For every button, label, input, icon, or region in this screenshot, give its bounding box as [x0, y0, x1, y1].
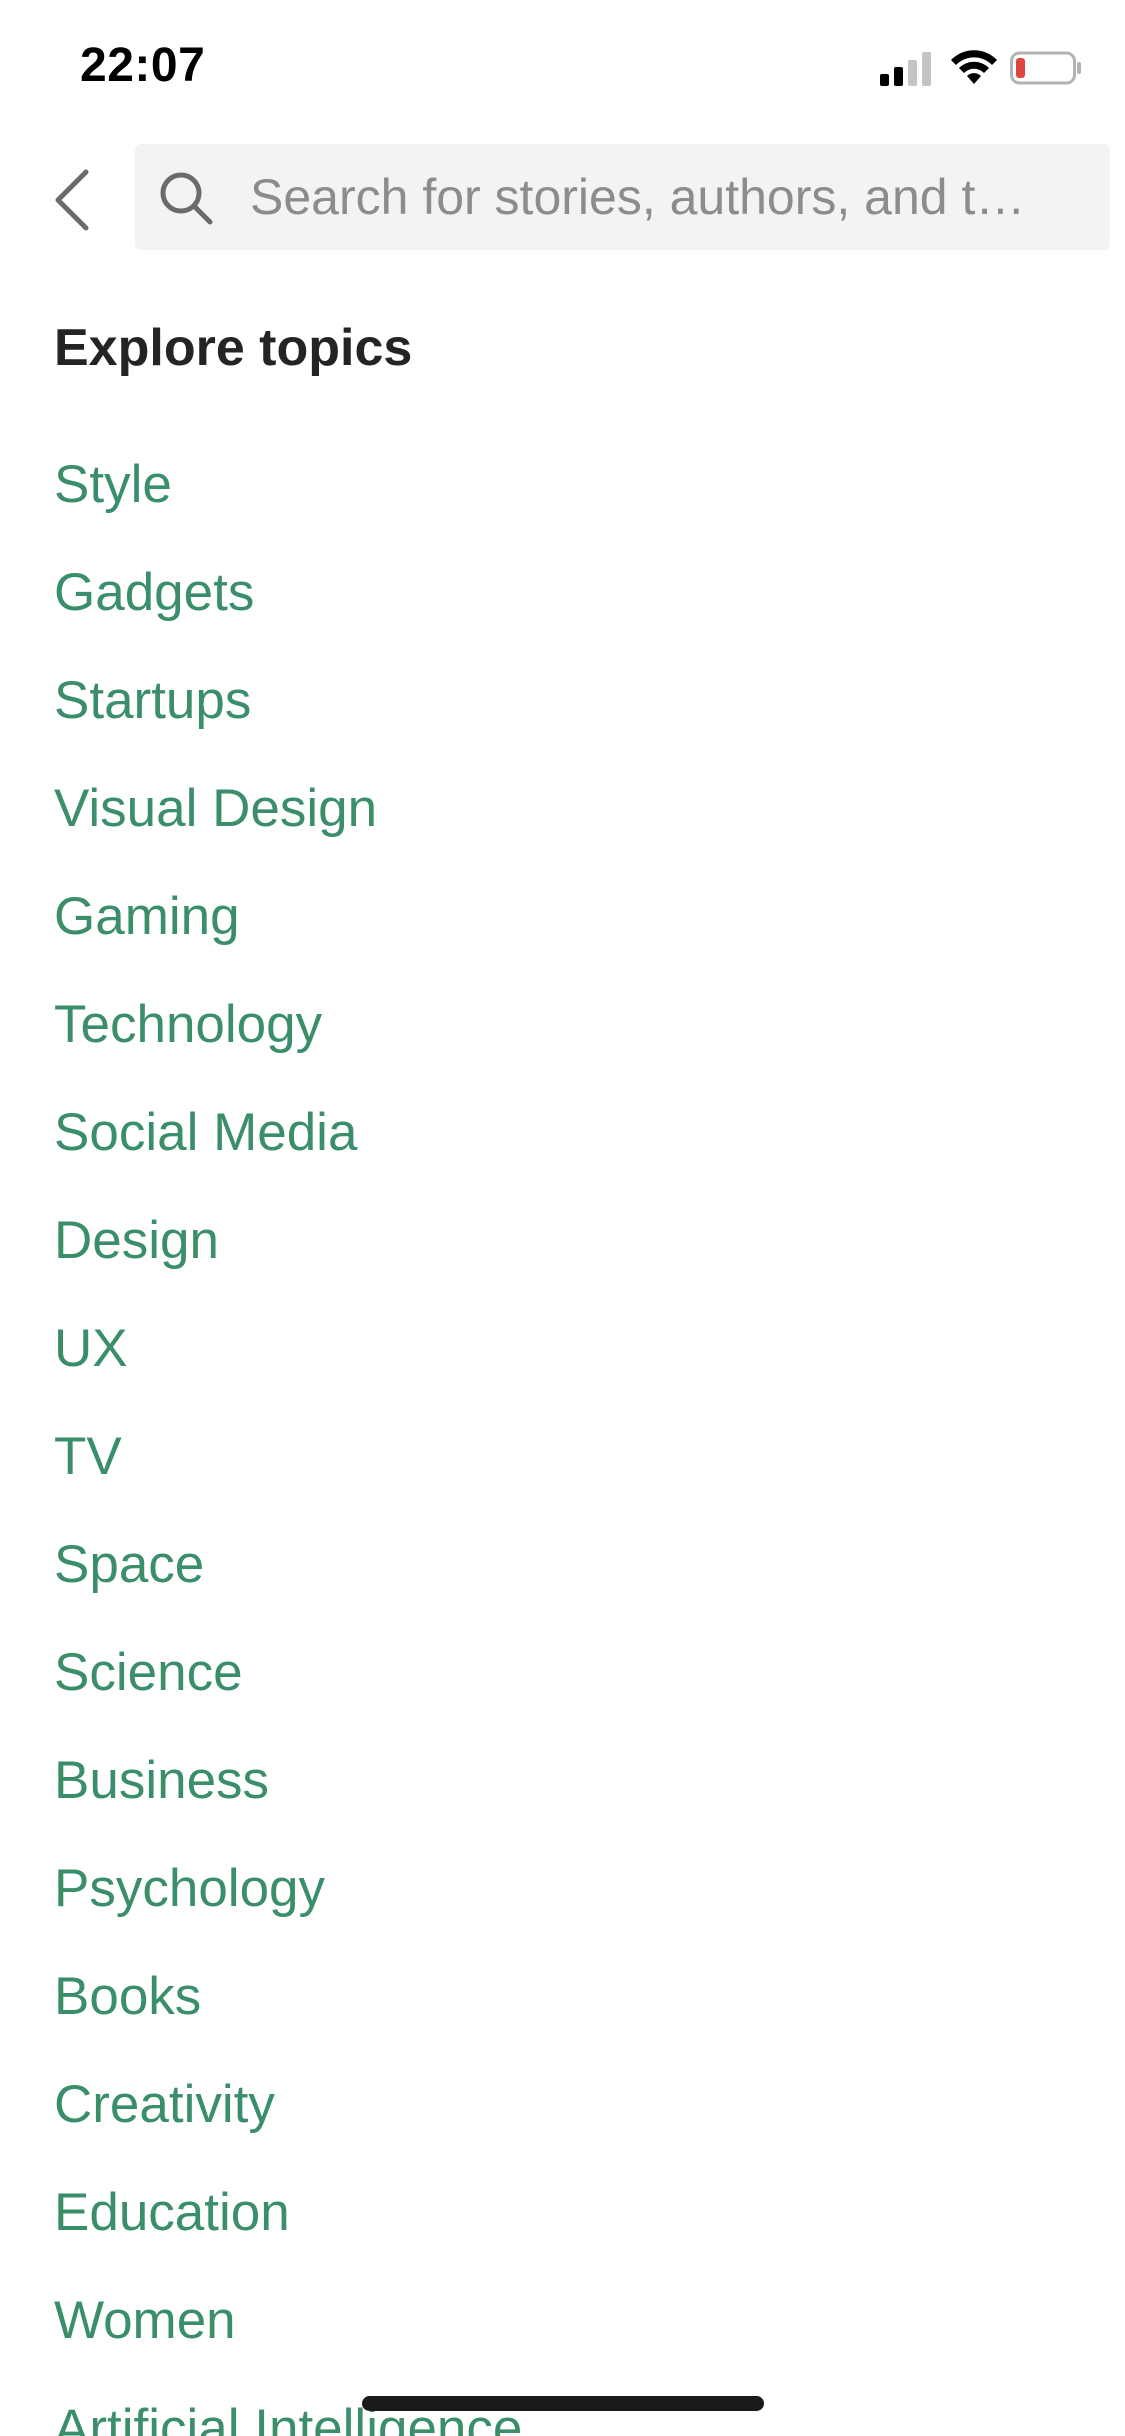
topic-list: Style Gadgets Startups Visual Design Gam… — [54, 446, 1054, 2436]
search-bar[interactable] — [135, 144, 1110, 250]
topic-item-style[interactable]: Style — [54, 446, 1054, 554]
topic-item-visual-design[interactable]: Visual Design — [54, 770, 1054, 878]
battery-low-icon — [1010, 51, 1081, 85]
topic-item-tv[interactable]: TV — [54, 1418, 1054, 1526]
home-indicator[interactable] — [362, 2396, 764, 2411]
cellular-signal-icon — [880, 52, 931, 86]
topic-item-social-media[interactable]: Social Media — [54, 1094, 1054, 1202]
status-time: 22:07 — [80, 39, 206, 92]
topic-item-science[interactable]: Science — [54, 1634, 1054, 1742]
topic-item-education[interactable]: Education — [54, 2174, 1054, 2282]
topic-item-ux[interactable]: UX — [54, 1310, 1054, 1418]
topic-item-creativity[interactable]: Creativity — [54, 2066, 1054, 2174]
status-bar: 22:07 — [0, 0, 1125, 132]
topic-item-business[interactable]: Business — [54, 1742, 1054, 1850]
topic-item-space[interactable]: Space — [54, 1526, 1054, 1634]
search-input[interactable] — [250, 144, 1090, 250]
topic-item-startups[interactable]: Startups — [54, 662, 1054, 770]
topic-item-psychology[interactable]: Psychology — [54, 1850, 1054, 1958]
topic-item-books[interactable]: Books — [54, 1958, 1054, 2066]
chevron-left-icon — [55, 169, 89, 231]
topic-item-gaming[interactable]: Gaming — [54, 878, 1054, 986]
topic-item-technology[interactable]: Technology — [54, 986, 1054, 1094]
wifi-icon — [951, 50, 997, 84]
explore-topics-screen: 22:07 Explore topics St — [0, 0, 1125, 2436]
back-button[interactable] — [40, 160, 104, 240]
topic-item-design[interactable]: Design — [54, 1202, 1054, 1310]
page-title: Explore topics — [54, 319, 413, 377]
search-icon — [160, 172, 213, 225]
topic-item-women[interactable]: Women — [54, 2282, 1054, 2390]
topic-item-gadgets[interactable]: Gadgets — [54, 554, 1054, 662]
